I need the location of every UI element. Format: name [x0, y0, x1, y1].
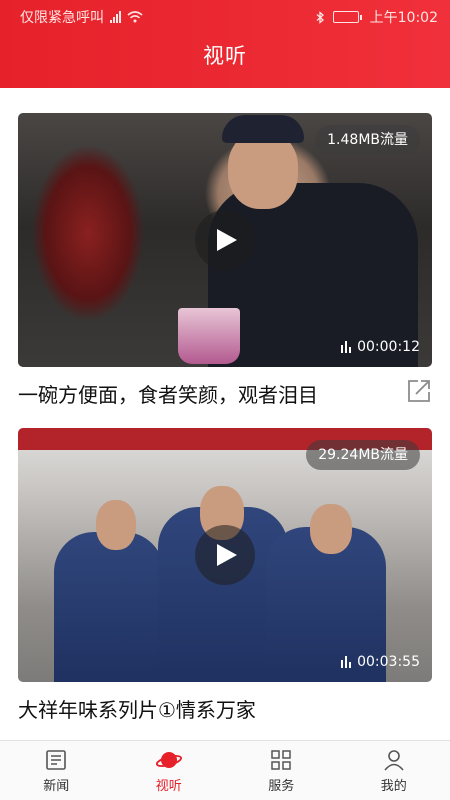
thumbnail-hat [222, 115, 304, 143]
video-thumbnail[interactable]: 29.24MB流量 00:03:55 [18, 428, 432, 682]
nav-item-profile[interactable]: 我的 [338, 741, 450, 800]
status-bar: 仅限紧急呼叫 上午10:02 [0, 0, 450, 32]
nav-item-services[interactable]: 服务 [225, 741, 338, 800]
duration-text: 00:03:55 [357, 654, 420, 670]
data-usage-badge: 29.24MB流量 [306, 440, 420, 470]
thumbnail-face [96, 500, 136, 550]
nav-label: 我的 [380, 779, 407, 794]
play-icon [217, 544, 237, 566]
video-feed[interactable]: 1.48MB流量 00:00:12 一碗方便面，食者笑颜，观者泪目 29.24M… [0, 88, 450, 740]
video-title[interactable]: 一碗方便面，食者笑颜，观者泪目 [18, 379, 388, 408]
video-title[interactable]: 大祥年味系列片①情系万家 [18, 694, 388, 723]
cellular-signal-icon [110, 11, 121, 23]
thumbnail-figure [54, 532, 164, 682]
thumbnail-face [310, 504, 352, 554]
bottom-nav: 新闻 视听 服务 我的 [0, 740, 450, 800]
video-card[interactable]: 29.24MB流量 00:03:55 大祥年味系列片①情系万家 [18, 428, 432, 723]
nav-label: 服务 [268, 779, 295, 794]
nav-label: 视听 [155, 779, 182, 794]
audio-bars-icon [341, 656, 352, 668]
planet-icon [155, 752, 182, 768]
thumbnail-cup [178, 308, 240, 364]
duration-text: 00:00:12 [357, 339, 420, 355]
wifi-icon [127, 11, 143, 23]
data-usage-badge: 1.48MB流量 [315, 125, 420, 155]
news-icon [46, 750, 67, 770]
nav-item-media[interactable]: 视听 [113, 741, 226, 800]
video-card[interactable]: 1.48MB流量 00:00:12 一碗方便面，食者笑颜，观者泪目 [18, 113, 432, 408]
duration-label: 00:03:55 [341, 654, 420, 670]
bluetooth-icon [316, 10, 324, 24]
nav-label: 新闻 [43, 779, 70, 794]
play-icon [217, 229, 237, 251]
grid-icon [271, 750, 291, 770]
page-title: 视听 [203, 44, 247, 68]
play-button[interactable] [195, 525, 255, 585]
carrier-text: 仅限紧急呼叫 [20, 10, 104, 26]
battery-icon [332, 11, 362, 23]
video-thumbnail[interactable]: 1.48MB流量 00:00:12 [18, 113, 432, 367]
person-icon [384, 750, 404, 771]
nav-item-news[interactable]: 新闻 [0, 741, 113, 800]
audio-bars-icon [341, 341, 352, 353]
clock-text: 上午10:02 [369, 10, 438, 26]
duration-label: 00:00:12 [341, 339, 420, 355]
app-header: 仅限紧急呼叫 上午10:02 视听 [0, 0, 450, 88]
share-icon[interactable] [406, 378, 432, 404]
play-button[interactable] [195, 210, 255, 270]
